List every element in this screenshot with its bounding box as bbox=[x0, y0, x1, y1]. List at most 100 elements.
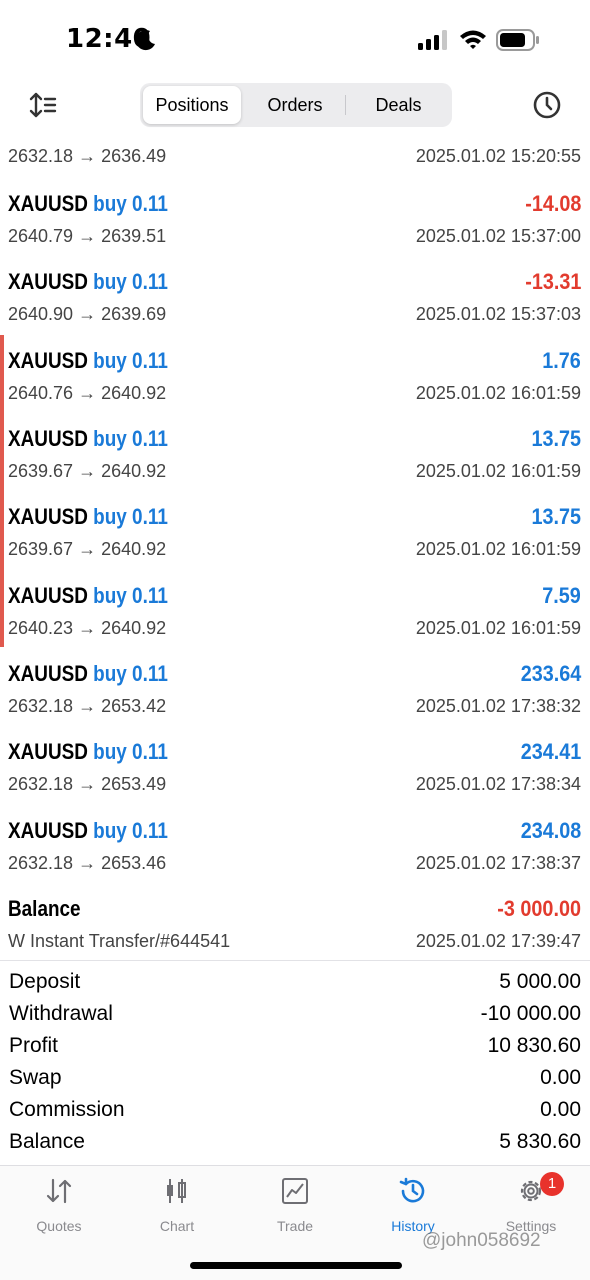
list-item[interactable]: XAUUSD buy 0.11 7.59 2640.23 → 2640.92 2… bbox=[0, 570, 590, 648]
tab-orders[interactable]: Orders bbox=[244, 86, 346, 124]
balance-amount: -3 000.00 bbox=[497, 896, 581, 921]
deal-symbol: XAUUSD buy 0.11 bbox=[8, 348, 168, 373]
clock-icon[interactable] bbox=[532, 90, 562, 120]
deal-profit: -14.08 bbox=[524, 191, 581, 216]
summary-value: 5 830.60 bbox=[499, 1130, 581, 1153]
summary-divider bbox=[0, 960, 590, 961]
deal-profit: 233.64 bbox=[520, 661, 581, 686]
deal-symbol: XAUUSD buy 0.11 bbox=[8, 426, 168, 451]
trade-icon bbox=[282, 1178, 308, 1204]
deal-profit: -13.31 bbox=[524, 269, 581, 294]
tab-deals[interactable]: Deals bbox=[348, 86, 449, 124]
list-item[interactable]: XAUUSD buy 0.11 234.41 2632.18 → 2653.49… bbox=[0, 726, 590, 804]
deal-time: 2025.01.02 15:37:00 bbox=[415, 226, 581, 246]
list-item[interactable]: XAUUSD buy 0.11 1.76 2640.76 → 2640.92 2… bbox=[0, 335, 590, 413]
summary-label: Balance bbox=[9, 1130, 85, 1153]
summary-row-withdrawal: Withdrawal -10 000.00 bbox=[0, 998, 590, 1030]
deal-time: 2025.01.02 17:38:34 bbox=[415, 774, 581, 794]
history-list[interactable]: 2632.18 → 2636.49 2025.01.02 15:20:55 XA… bbox=[0, 128, 590, 960]
cellular-signal-icon bbox=[418, 30, 447, 50]
deal-time: 2025.01.02 16:01:59 bbox=[415, 461, 581, 481]
list-item[interactable]: XAUUSD buy 0.11 233.64 2632.18 → 2653.42… bbox=[0, 648, 590, 726]
deal-symbol: XAUUSD buy 0.11 bbox=[8, 818, 168, 843]
deal-profit: 1.76 bbox=[542, 348, 581, 373]
summary-row-balance: Balance 5 830.60 bbox=[0, 1126, 590, 1158]
deal-time: 2025.01.02 16:01:59 bbox=[415, 539, 581, 559]
list-item[interactable]: XAUUSD buy 0.11 -13.31 2640.90 → 2639.69… bbox=[0, 256, 590, 334]
deal-time: 2025.01.02 15:20:55 bbox=[415, 146, 581, 166]
summary-value: 0.00 bbox=[540, 1066, 581, 1089]
list-item[interactable]: XAUUSD buy 0.11 -14.08 2640.79 → 2639.51… bbox=[0, 178, 590, 256]
moon-icon bbox=[135, 30, 155, 51]
nav-chart[interactable]: Chart bbox=[118, 1176, 236, 1236]
notification-badge: 1 bbox=[540, 1172, 564, 1196]
list-item[interactable]: 2632.18 → 2636.49 2025.01.02 15:20:55 bbox=[0, 128, 590, 176]
deal-symbol: XAUUSD buy 0.11 bbox=[8, 661, 168, 686]
deal-prices: 2640.79 → 2639.51 bbox=[8, 226, 167, 246]
deal-prices: 2639.67 → 2640.92 bbox=[8, 539, 167, 559]
summary-row-swap: Swap 0.00 bbox=[0, 1062, 590, 1094]
deal-prices: 2639.67 → 2640.92 bbox=[8, 461, 167, 481]
deal-symbol: XAUUSD buy 0.11 bbox=[8, 583, 168, 608]
summary-label: Profit bbox=[9, 1034, 59, 1057]
deal-prices: 2640.76 → 2640.92 bbox=[8, 383, 167, 403]
nav-quotes[interactable]: Quotes bbox=[0, 1176, 118, 1236]
deal-symbol: XAUUSD buy 0.11 bbox=[8, 269, 168, 294]
deal-prices: 2632.18 → 2653.49 bbox=[8, 774, 167, 794]
nav-label: Trade bbox=[276, 1218, 314, 1234]
deal-symbol: XAUUSD buy 0.11 bbox=[8, 739, 168, 764]
summary-row-profit: Profit 10 830.60 bbox=[0, 1030, 590, 1062]
deal-time: 2025.01.02 17:38:37 bbox=[415, 853, 581, 873]
deal-profit: 7.59 bbox=[542, 583, 581, 608]
nav-label: Chart bbox=[159, 1218, 195, 1234]
deal-prices: 2632.18 → 2653.46 bbox=[8, 853, 167, 873]
deal-profit: 234.41 bbox=[520, 739, 581, 764]
deal-time: 2025.01.02 16:01:59 bbox=[415, 618, 581, 638]
balance-label: Balance bbox=[8, 896, 81, 921]
deal-prices: 2632.18 → 2636.49 bbox=[8, 146, 167, 166]
status-bar: 12:40 bbox=[0, 0, 590, 80]
summary-label: Withdrawal bbox=[9, 1002, 113, 1025]
deal-profit: 234.08 bbox=[520, 818, 581, 843]
summary-label: Commission bbox=[9, 1098, 125, 1121]
list-item[interactable]: XAUUSD buy 0.11 234.08 2632.18 → 2653.46… bbox=[0, 805, 590, 883]
nav-trade[interactable]: Trade bbox=[236, 1176, 354, 1236]
summary-label: Deposit bbox=[9, 970, 81, 993]
deal-prices: 2640.90 → 2639.69 bbox=[8, 304, 167, 324]
deal-prices: 2632.18 → 2653.42 bbox=[8, 696, 167, 716]
summary-row-deposit: Deposit 5 000.00 bbox=[0, 966, 590, 998]
summary-value: -10 000.00 bbox=[480, 1002, 581, 1025]
sort-icon[interactable] bbox=[28, 90, 58, 120]
deal-symbol: XAUUSD buy 0.11 bbox=[8, 191, 168, 216]
nav-settings[interactable]: 1 Settings bbox=[472, 1172, 590, 1236]
top-bar: Positions Orders Deals bbox=[0, 82, 590, 128]
quotes-icon bbox=[46, 1178, 72, 1204]
summary-value: 0.00 bbox=[540, 1098, 581, 1121]
balance-comment: W Instant Transfer/#644541 bbox=[8, 931, 231, 951]
watermark: @john058692 bbox=[422, 1230, 541, 1251]
balance-operation-row[interactable]: Balance -3 000.00 W Instant Transfer/#64… bbox=[0, 883, 590, 960]
chart-icon bbox=[167, 1179, 186, 1203]
tab-segmented-control: Positions Orders Deals bbox=[140, 83, 452, 127]
deal-profit: 13.75 bbox=[531, 504, 581, 529]
deal-prices: 2640.23 → 2640.92 bbox=[8, 618, 167, 638]
list-item[interactable]: XAUUSD buy 0.11 13.75 2639.67 → 2640.92 … bbox=[0, 413, 590, 491]
home-indicator[interactable] bbox=[190, 1262, 402, 1269]
deal-time: 2025.01.02 16:01:59 bbox=[415, 383, 581, 403]
deal-profit: 13.75 bbox=[531, 426, 581, 451]
summary-label: Swap bbox=[9, 1066, 62, 1089]
summary-row-commission: Commission 0.00 bbox=[0, 1094, 590, 1126]
summary-value: 5 000.00 bbox=[499, 970, 581, 993]
deal-time: 2025.01.02 17:38:32 bbox=[415, 696, 581, 716]
tab-positions[interactable]: Positions bbox=[143, 86, 241, 124]
balance-time: 2025.01.02 17:39:47 bbox=[415, 931, 581, 951]
deal-time: 2025.01.02 15:37:03 bbox=[415, 304, 581, 324]
history-icon bbox=[399, 1177, 425, 1203]
nav-label: Quotes bbox=[36, 1218, 82, 1234]
summary-value: 10 830.60 bbox=[487, 1034, 581, 1057]
wifi-icon bbox=[460, 30, 486, 49]
nav-history[interactable]: History bbox=[354, 1176, 472, 1236]
battery-icon bbox=[496, 29, 539, 51]
list-item[interactable]: XAUUSD buy 0.11 13.75 2639.67 → 2640.92 … bbox=[0, 491, 590, 569]
deal-symbol: XAUUSD buy 0.11 bbox=[8, 504, 168, 529]
